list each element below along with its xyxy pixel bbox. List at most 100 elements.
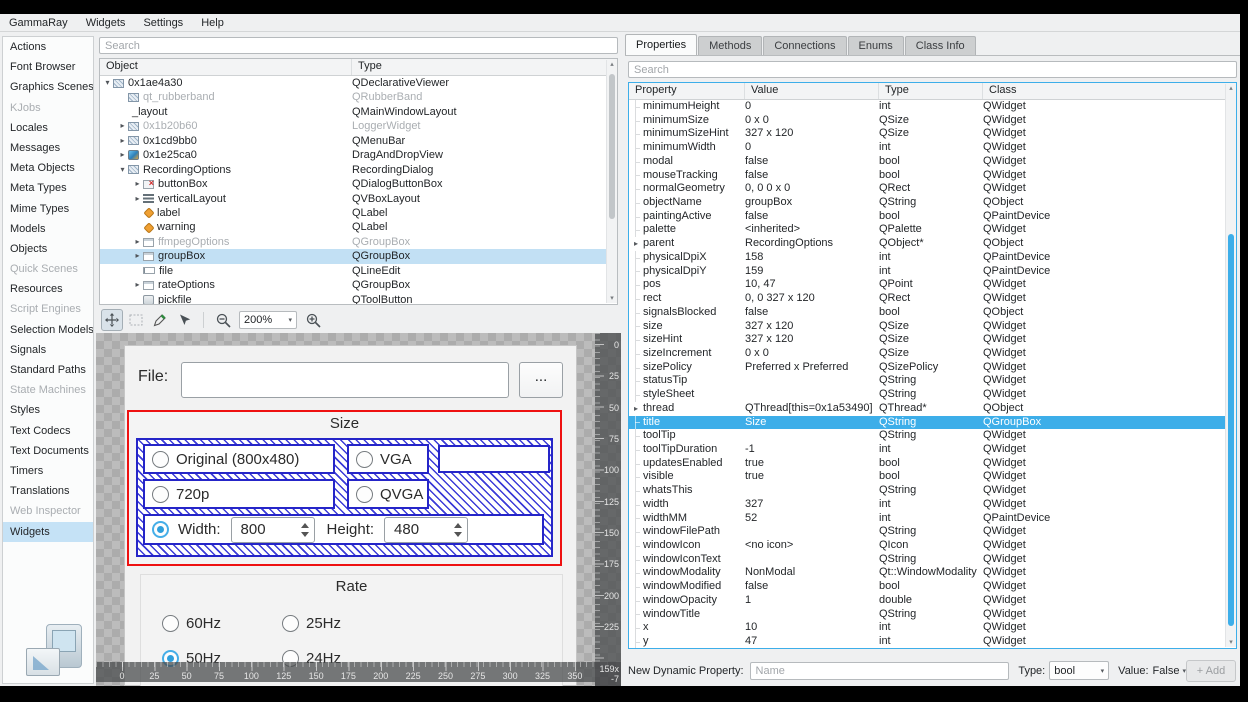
dynamic-property-name-input[interactable] bbox=[750, 662, 1010, 680]
property-row[interactable]: physicalDpiX158intQPaintDevice bbox=[629, 251, 1236, 265]
type-combobox[interactable]: bool ▾ bbox=[1049, 661, 1109, 680]
sidebar-item-font-browser[interactable]: Font Browser bbox=[3, 57, 93, 77]
tree-row[interactable]: ▸verticalLayoutQVBoxLayout bbox=[100, 192, 617, 206]
scrollbar-handle[interactable] bbox=[1228, 234, 1234, 626]
tab-connections[interactable]: Connections bbox=[763, 36, 846, 55]
radio-qvga[interactable]: QVGA bbox=[347, 479, 429, 509]
property-row[interactable]: rect0, 0 327 x 120QRectQWidget bbox=[629, 292, 1236, 306]
expander-icon[interactable]: ▸ bbox=[132, 235, 143, 249]
sidebar-item-quick-scenes[interactable]: Quick Scenes bbox=[3, 259, 93, 279]
scroll-up-icon[interactable]: ▴ bbox=[1226, 84, 1236, 93]
tree-row[interactable]: ▸0x1e25ca0DragAndDropView bbox=[100, 148, 617, 162]
sidebar-item-script-engines[interactable]: Script Engines bbox=[3, 299, 93, 319]
property-search-input[interactable] bbox=[628, 61, 1237, 78]
property-row[interactable]: normalGeometry0, 0 0 x 0QRectQWidget bbox=[629, 182, 1236, 196]
spin-up-icon[interactable] bbox=[454, 523, 462, 528]
property-row[interactable]: palette<inherited>QPaletteQWidget bbox=[629, 223, 1236, 237]
expander-icon[interactable]: ▸ bbox=[132, 278, 143, 292]
property-row[interactable]: windowIcon<no icon>QIconQWidget bbox=[629, 539, 1236, 553]
property-row[interactable]: minimumSize0 x 0QSizeQWidget bbox=[629, 114, 1236, 128]
sidebar-item-standard-paths[interactable]: Standard Paths bbox=[3, 360, 93, 380]
property-row[interactable]: paintingActivefalseboolQPaintDevice bbox=[629, 210, 1236, 224]
scroll-up-icon[interactable]: ▴ bbox=[607, 60, 617, 69]
sidebar-item-graphics-scenes[interactable]: Graphics Scenes bbox=[3, 77, 93, 97]
property-row[interactable]: pos10, 47QPointQWidget bbox=[629, 278, 1236, 292]
scroll-down-icon[interactable]: ▾ bbox=[607, 294, 617, 303]
spin-up-icon[interactable] bbox=[301, 523, 309, 528]
property-column-header[interactable]: Value bbox=[745, 83, 879, 99]
tree-column-header[interactable]: Object bbox=[100, 59, 352, 75]
tree-row[interactable]: ▸ffmpegOptionsQGroupBox bbox=[100, 235, 617, 249]
tab-properties[interactable]: Properties bbox=[625, 34, 697, 55]
zoom-out-button[interactable] bbox=[212, 309, 234, 331]
sidebar-item-timers[interactable]: Timers bbox=[3, 461, 93, 481]
sidebar-item-widgets[interactable]: Widgets bbox=[3, 522, 93, 542]
sidebar-item-text-codecs[interactable]: Text Codecs bbox=[3, 421, 93, 441]
scroll-down-icon[interactable]: ▾ bbox=[1226, 638, 1236, 647]
tab-methods[interactable]: Methods bbox=[698, 36, 762, 55]
height-spinbox[interactable]: 480 bbox=[384, 517, 468, 543]
property-row[interactable]: windowModalityNonModalQt::WindowModality… bbox=[629, 566, 1236, 580]
property-row[interactable]: ▸threadQThread[this=0x1a53490]QThread*QO… bbox=[629, 402, 1236, 416]
property-column-header[interactable]: Class bbox=[983, 83, 1236, 99]
radio-60hz[interactable]: 60Hz bbox=[155, 615, 275, 632]
expander-icon[interactable]: ▸ bbox=[117, 148, 128, 162]
property-row[interactable]: ▸parentRecordingOptionsQObject*QObject bbox=[629, 237, 1236, 251]
property-row[interactable]: windowModifiedfalseboolQWidget bbox=[629, 580, 1236, 594]
sidebar-item-mime-types[interactable]: Mime Types bbox=[3, 199, 93, 219]
property-table-scrollbar[interactable]: ▴ ▾ bbox=[1225, 84, 1236, 647]
sidebar-item-web-inspector[interactable]: Web Inspector bbox=[3, 501, 93, 521]
width-spinbox[interactable]: 800 bbox=[231, 517, 315, 543]
tree-column-header[interactable]: Type bbox=[352, 59, 617, 75]
tree-row[interactable]: ▾0x1ae4a30QDeclarativeViewer bbox=[100, 76, 617, 90]
sidebar-item-translations[interactable]: Translations bbox=[3, 481, 93, 501]
property-row[interactable]: signalsBlockedfalseboolQObject bbox=[629, 306, 1236, 320]
tree-row[interactable]: ▾RecordingOptionsRecordingDialog bbox=[100, 163, 617, 177]
property-row[interactable]: sizePolicyPreferred x PreferredQSizePoli… bbox=[629, 361, 1236, 375]
tree-row[interactable]: ▸buttonBoxQDialogButtonBox bbox=[100, 177, 617, 191]
spin-down-icon[interactable] bbox=[454, 532, 462, 537]
property-row[interactable]: toolTipDuration-1intQWidget bbox=[629, 443, 1236, 457]
expander-icon[interactable]: ▸ bbox=[117, 119, 128, 133]
expander-icon[interactable]: ▾ bbox=[102, 76, 113, 90]
tree-row[interactable]: ▸0x1cd9bb0QMenuBar bbox=[100, 134, 617, 148]
scrollbar-handle[interactable] bbox=[609, 74, 615, 219]
sidebar-item-kjobs[interactable]: KJobs bbox=[3, 98, 93, 118]
property-row[interactable]: windowOpacity1doubleQWidget bbox=[629, 594, 1236, 608]
redirect-input-tool-button[interactable] bbox=[173, 309, 195, 331]
property-row[interactable]: updatesEnabledtrueboolQWidget bbox=[629, 457, 1236, 471]
property-row[interactable]: toolTipQStringQWidget bbox=[629, 429, 1236, 443]
empty-field[interactable] bbox=[438, 445, 550, 473]
property-row[interactable]: modalfalseboolQWidget bbox=[629, 155, 1236, 169]
sidebar-item-styles[interactable]: Styles bbox=[3, 400, 93, 420]
tree-row[interactable]: ▸0x1b20b60LoggerWidget bbox=[100, 119, 617, 133]
zoom-in-button[interactable] bbox=[302, 309, 324, 331]
property-column-header[interactable]: Type bbox=[879, 83, 983, 99]
sidebar-item-models[interactable]: Models bbox=[3, 219, 93, 239]
sidebar-item-meta-types[interactable]: Meta Types bbox=[3, 178, 93, 198]
radio-original[interactable]: Original (800x480) bbox=[143, 444, 335, 474]
menu-gammaray[interactable]: GammaRay bbox=[0, 15, 77, 31]
property-row[interactable]: windowIconTextQStringQWidget bbox=[629, 553, 1236, 567]
property-row[interactable]: widthMM52intQPaintDevice bbox=[629, 512, 1236, 526]
tab-enums[interactable]: Enums bbox=[848, 36, 904, 55]
property-row[interactable]: mouseTrackingfalseboolQWidget bbox=[629, 169, 1236, 183]
file-input[interactable] bbox=[181, 362, 509, 398]
tree-row[interactable]: qt_rubberbandQRubberBand bbox=[100, 90, 617, 104]
expander-icon[interactable]: ▸ bbox=[629, 237, 643, 251]
sidebar-item-text-documents[interactable]: Text Documents bbox=[3, 441, 93, 461]
object-search-input[interactable] bbox=[99, 37, 618, 54]
sidebar-item-state-machines[interactable]: State Machines bbox=[3, 380, 93, 400]
expander-icon[interactable]: ▾ bbox=[117, 163, 128, 177]
sidebar-item-messages[interactable]: Messages bbox=[3, 138, 93, 158]
property-row[interactable]: sizeHint327 x 120QSizeQWidget bbox=[629, 333, 1236, 347]
property-row[interactable]: width327intQWidget bbox=[629, 498, 1236, 512]
property-column-header[interactable]: Property bbox=[629, 83, 745, 99]
expander-icon[interactable]: ▸ bbox=[132, 192, 143, 206]
radio-720p[interactable]: 720p bbox=[143, 479, 335, 509]
expander-icon[interactable]: ▸ bbox=[132, 177, 143, 191]
expander-icon[interactable]: ▸ bbox=[629, 402, 643, 416]
property-row[interactable]: styleSheetQStringQWidget bbox=[629, 388, 1236, 402]
object-tree-scrollbar[interactable]: ▴ ▾ bbox=[606, 60, 617, 303]
property-row[interactable]: physicalDpiY159intQPaintDevice bbox=[629, 265, 1236, 279]
